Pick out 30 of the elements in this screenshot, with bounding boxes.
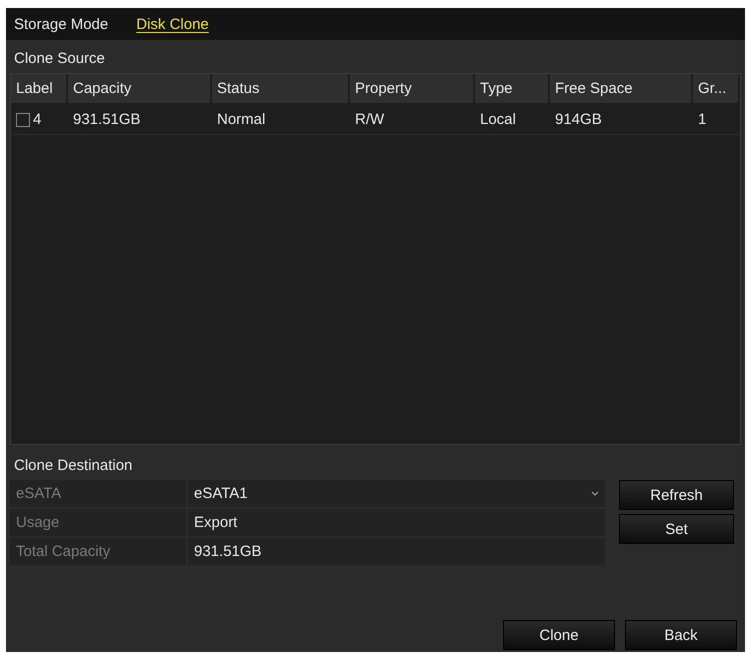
field-label: Usage (10, 509, 188, 536)
action-button[interactable]: Refresh (619, 480, 734, 510)
section-title: Clone Source (14, 50, 105, 67)
table-cell: Normal (217, 111, 266, 128)
field-label: Total Capacity (10, 538, 188, 565)
column-header: Label (11, 74, 68, 105)
section-title: Clone Destination (14, 457, 132, 474)
table-cell: Local (480, 111, 516, 128)
footer-button[interactable]: Back (625, 620, 737, 650)
tab[interactable]: Disk Clone (134, 14, 211, 34)
column-header: Gr... (693, 74, 740, 105)
field-value: 931.51GB (193, 542, 263, 562)
table-cell: 931.51GB (73, 111, 141, 128)
table-cell: 914GB (555, 111, 602, 128)
table-cell: 4 (33, 111, 42, 128)
column-header: Type (475, 74, 550, 105)
field-value: Export (193, 513, 238, 533)
action-button[interactable]: Set (619, 514, 734, 544)
column-header: Capacity (68, 74, 212, 105)
column-header: Status (212, 74, 350, 105)
checkbox[interactable] (16, 112, 30, 126)
column-header: Free Space (550, 74, 693, 105)
column-header: Property (350, 74, 475, 105)
footer-button[interactable]: Clone (503, 620, 615, 650)
caret-icon (591, 490, 599, 496)
tab[interactable]: Storage Mode (12, 14, 110, 34)
table-cell: R/W (355, 111, 384, 128)
dropdown[interactable]: eSATA1 (188, 480, 605, 507)
table-cell: 1 (698, 111, 706, 128)
field-label: eSATA (10, 480, 188, 507)
